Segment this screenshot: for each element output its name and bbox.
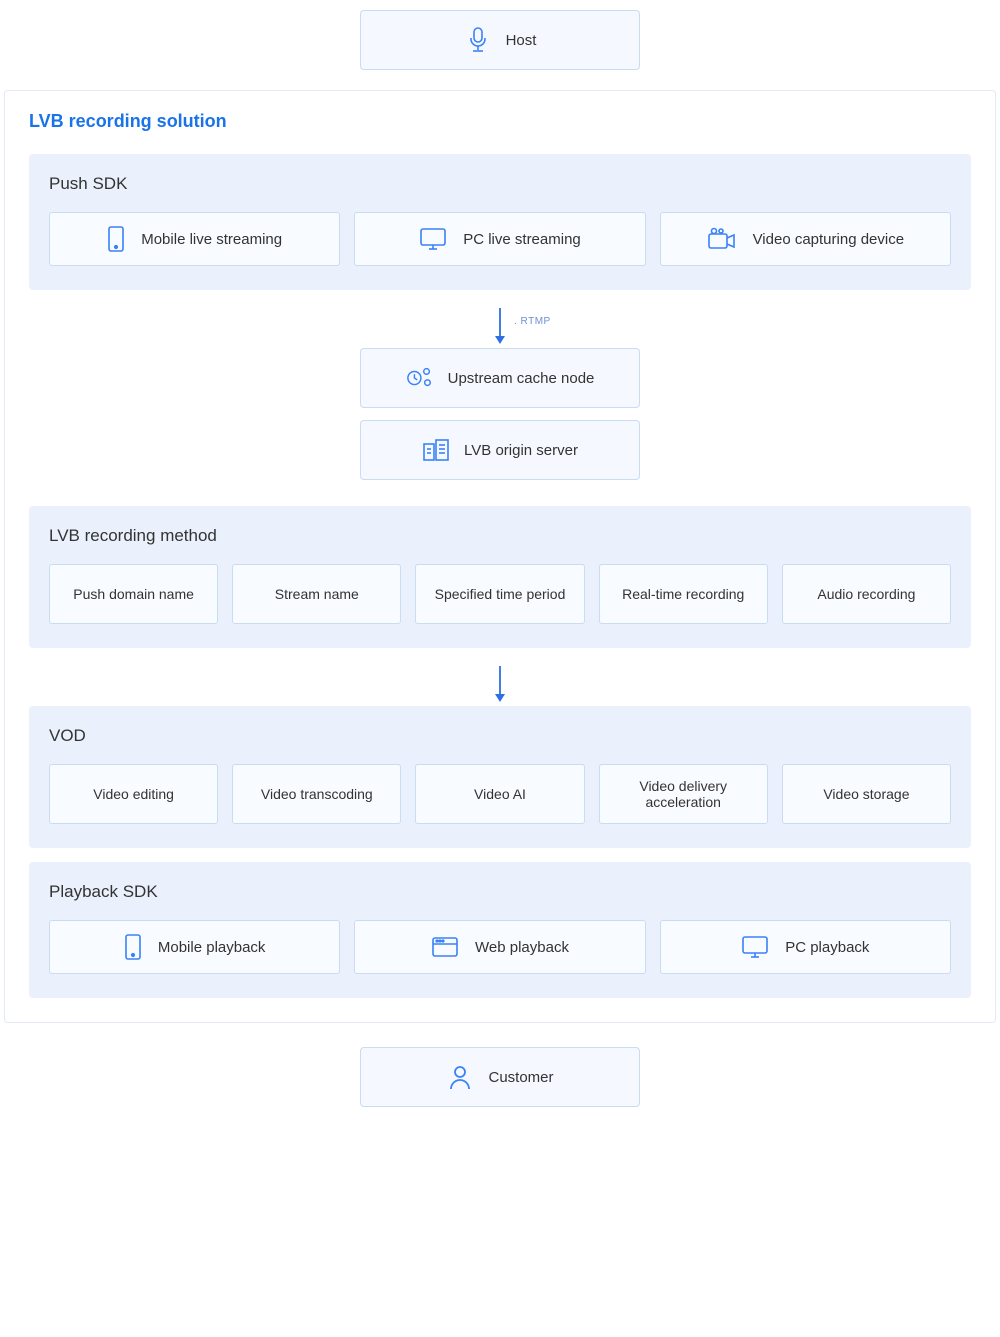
arrow-down — [29, 662, 971, 706]
browser-icon — [431, 936, 459, 958]
cell-label: Stream name — [275, 586, 359, 602]
cell-label: Video delivery acceleration — [610, 778, 757, 810]
mobile-icon — [124, 934, 142, 960]
cell-label: Video storage — [823, 786, 909, 802]
recording-title: LVB recording method — [49, 526, 951, 546]
customer-label: Customer — [488, 1069, 553, 1086]
server-icon — [422, 436, 450, 464]
solution-container: LVB recording solution Push SDK Mobile l… — [4, 90, 996, 1023]
playback-item-pc: PC playback — [660, 920, 951, 974]
cell-label: Mobile live streaming — [141, 231, 282, 248]
push-sdk-panel: Push SDK Mobile live streaming — [29, 154, 971, 290]
recording-item: Specified time period — [415, 564, 584, 624]
push-sdk-title: Push SDK — [49, 174, 951, 194]
vod-panel: VOD Video editing Video transcoding Vide… — [29, 706, 971, 848]
cell-label: PC live streaming — [463, 231, 581, 248]
video-camera-icon — [707, 227, 737, 251]
rtmp-label: . RTMP — [514, 316, 551, 327]
recording-item: Push domain name — [49, 564, 218, 624]
recording-item: Real-time recording — [599, 564, 768, 624]
cell-label: Web playback — [475, 939, 569, 956]
cell-label: Video editing — [93, 786, 174, 802]
recording-item: Stream name — [232, 564, 401, 624]
host-label: Host — [506, 32, 537, 49]
playback-item-mobile: Mobile playback — [49, 920, 340, 974]
playback-panel: Playback SDK Mobile playback — [29, 862, 971, 998]
origin-label: LVB origin server — [464, 442, 578, 459]
monitor-icon — [419, 227, 447, 251]
cell-label: Audio recording — [817, 586, 915, 602]
recording-item: Audio recording — [782, 564, 951, 624]
solution-title: LVB recording solution — [29, 111, 971, 132]
mobile-icon — [107, 226, 125, 252]
vod-item: Video editing — [49, 764, 218, 824]
cache-node-icon — [406, 364, 434, 392]
cell-label: Video transcoding — [261, 786, 373, 802]
push-sdk-item-pc: PC live streaming — [354, 212, 645, 266]
host-node: Host — [360, 10, 640, 70]
cell-label: Specified time period — [435, 586, 566, 602]
customer-node: Customer — [360, 1047, 640, 1107]
push-sdk-item-camera: Video capturing device — [660, 212, 951, 266]
playback-item-web: Web playback — [354, 920, 645, 974]
vod-item: Video transcoding — [232, 764, 401, 824]
cell-label: Real-time recording — [622, 586, 744, 602]
monitor-icon — [741, 935, 769, 959]
playback-title: Playback SDK — [49, 882, 951, 902]
cell-label: Mobile playback — [158, 939, 266, 956]
cell-label: Video capturing device — [753, 231, 905, 248]
user-icon — [446, 1063, 474, 1091]
cell-label: Push domain name — [73, 586, 194, 602]
microphone-icon — [464, 26, 492, 54]
cell-label: PC playback — [785, 939, 869, 956]
origin-node: LVB origin server — [360, 420, 640, 480]
vod-title: VOD — [49, 726, 951, 746]
vod-item: Video delivery acceleration — [599, 764, 768, 824]
upstream-node: Upstream cache node — [360, 348, 640, 408]
recording-panel: LVB recording method Push domain name St… — [29, 506, 971, 648]
vod-item: Video AI — [415, 764, 584, 824]
push-sdk-item-mobile: Mobile live streaming — [49, 212, 340, 266]
arrow-rtmp: . RTMP — [29, 304, 971, 348]
upstream-label: Upstream cache node — [448, 370, 595, 387]
vod-item: Video storage — [782, 764, 951, 824]
cell-label: Video AI — [474, 786, 526, 802]
